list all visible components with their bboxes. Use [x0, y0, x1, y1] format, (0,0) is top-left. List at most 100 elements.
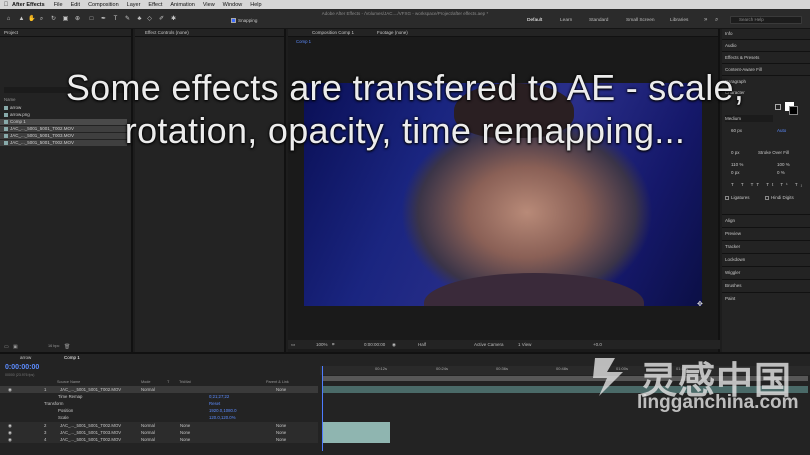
panel-paint[interactable]: Paint [725, 295, 735, 302]
layer-parent[interactable]: None [276, 436, 286, 443]
panel-align[interactable]: Align [725, 217, 735, 224]
layer-mode[interactable]: Normal [141, 429, 155, 436]
fit-icon[interactable]: ⌗ [332, 340, 335, 349]
new-folder-icon[interactable]: ▭ [4, 344, 9, 350]
apple-icon[interactable]:  [0, 2, 12, 8]
panel-tracker[interactable]: Tracker [725, 243, 740, 250]
hindi-digits-checkbox[interactable] [765, 196, 769, 200]
menu-edit[interactable]: Edit [71, 2, 80, 8]
property-value[interactable]: 1920.0,1080.0 [209, 407, 236, 414]
camera-dropdown[interactable]: Active Camera [474, 340, 504, 349]
panel-audio[interactable]: Audio [725, 42, 737, 49]
menu-file[interactable]: File [54, 2, 63, 8]
home-icon[interactable]: ⌂ [5, 16, 12, 23]
tsume-field[interactable]: 0 % [777, 169, 785, 176]
timeline-layer-row[interactable]: ◉ 1 JAC_..._5001_5001_T002.MOV Normal No… [0, 386, 318, 393]
timeline-property-row[interactable]: Scale 120.0,120.0% [0, 414, 318, 421]
visibility-eye-icon[interactable]: ◉ [8, 429, 12, 436]
pen-tool-icon[interactable]: ✒ [100, 16, 107, 23]
effect-controls-title[interactable]: Effect Controls (none) [135, 29, 284, 37]
layer-mode[interactable]: Normal [141, 422, 155, 429]
layer-bar[interactable] [322, 422, 390, 429]
workspace-libraries[interactable]: Libraries [670, 18, 688, 23]
rectangle-tool-icon[interactable]: □ [88, 16, 95, 23]
layer-name[interactable]: JAC_..._5001_5001_T002.MOV [60, 422, 121, 429]
new-comp-icon[interactable]: ▣ [13, 344, 18, 350]
brush-tool-icon[interactable]: ✎ [124, 16, 131, 23]
selection-tool-icon[interactable]: ▲ [18, 16, 25, 23]
workspace-menu-icon[interactable]: » [704, 17, 707, 23]
timecode-display[interactable]: 0:00:00:00 [364, 340, 385, 349]
tab-composition[interactable]: Composition Comp 1 [312, 30, 354, 35]
tab-footage[interactable]: Footage (none) [377, 29, 408, 37]
rotate-tool-icon[interactable]: ↻ [50, 16, 57, 23]
timeline-tab-arrow[interactable]: arrow [20, 355, 31, 360]
layer-trkmat[interactable]: None [180, 429, 190, 436]
menu-window[interactable]: Window [223, 2, 243, 8]
layer-name[interactable]: JAC_..._5001_5001_T002.MOV [60, 436, 121, 443]
menu-view[interactable]: View [203, 2, 215, 8]
workspace-small-screen[interactable]: Small Screen [626, 18, 655, 23]
workspace-standard[interactable]: Standard [589, 18, 608, 23]
puppet-tool-icon[interactable]: ✱ [170, 16, 177, 23]
layer-mode[interactable]: Normal [141, 386, 155, 393]
snapshot-icon[interactable]: ◉ [392, 340, 396, 349]
exposure-value[interactable]: +0.0 [593, 340, 602, 349]
views-dropdown[interactable]: 1 View [518, 340, 531, 349]
layer-trkmat[interactable]: None [180, 422, 190, 429]
workspace-learn[interactable]: Learn [560, 18, 572, 23]
timeline-layer-row[interactable]: ◉ 3 JAC_..._5001_5001_T003.MOV Normal No… [0, 429, 318, 436]
current-time-display[interactable]: 0:00:00:00 [5, 364, 39, 371]
layer-bar[interactable] [322, 429, 390, 436]
timeline-tab-comp1[interactable]: Comp 1 [64, 355, 80, 360]
column-source-name[interactable]: Source Name [57, 380, 80, 384]
timeline-property-row[interactable]: Position 1920.0,1080.0 [0, 407, 318, 414]
zoom-dropdown[interactable]: 100% [316, 340, 328, 349]
panel-info[interactable]: Info [725, 30, 733, 37]
ligatures-checkbox[interactable] [725, 196, 729, 200]
layer-name[interactable]: JAC_..._5001_5001_T003.MOV [60, 429, 121, 436]
column-parent-link[interactable]: Parent & Link [266, 380, 289, 384]
panel-preview[interactable]: Preview [725, 230, 741, 237]
panel-wiggler[interactable]: Wiggler [725, 269, 740, 276]
menu-animation[interactable]: Animation [170, 2, 194, 8]
property-value[interactable]: Reset [209, 400, 220, 407]
bit-depth-label[interactable]: 16 bpc [48, 344, 59, 348]
hand-tool-icon[interactable]: ✋ [28, 16, 35, 23]
faux-styles-row[interactable]: T T TT Tt T¹ T₁ [731, 181, 805, 188]
always-preview-icon[interactable]: ▭ [291, 340, 295, 349]
menu-effect[interactable]: Effect [148, 2, 162, 8]
visibility-eye-icon[interactable]: ◉ [8, 436, 12, 443]
pan-behind-tool-icon[interactable]: ⊕ [74, 16, 81, 23]
search-help-input[interactable]: Search Help [730, 16, 802, 24]
timeline-layer-row[interactable]: ◉ 2 JAC_..._5001_5001_T002.MOV Normal No… [0, 422, 318, 429]
property-value[interactable]: 120.0,120.0% [209, 414, 236, 421]
baseline-shift-field[interactable]: 0 px [731, 169, 740, 176]
timeline-layer-row[interactable]: ◉ 4 JAC_..._5001_5001_T002.MOV Normal No… [0, 436, 318, 443]
roto-brush-tool-icon[interactable]: ✐ [158, 16, 165, 23]
layer-parent[interactable]: None [276, 386, 286, 393]
layer-parent[interactable]: None [276, 429, 286, 436]
project-panel-title[interactable]: Project [0, 29, 131, 37]
column-t[interactable]: T [167, 380, 169, 384]
workspace-default[interactable]: Default [527, 18, 542, 23]
layer-bar[interactable] [322, 436, 390, 443]
visibility-eye-icon[interactable]: ◉ [8, 386, 12, 393]
layer-name[interactable]: JAC_..._5001_5001_T002.MOV [60, 386, 121, 393]
menu-layer[interactable]: Layer [127, 2, 141, 8]
layer-parent[interactable]: None [276, 422, 286, 429]
clone-stamp-tool-icon[interactable]: ♣ [136, 16, 143, 23]
snapping-checkbox[interactable] [231, 18, 236, 23]
zoom-tool-icon[interactable]: ⌕ [38, 16, 45, 23]
vertical-scale-field[interactable]: 110 % [731, 161, 743, 168]
eraser-tool-icon[interactable]: ◇ [146, 16, 153, 23]
horizontal-scale-field[interactable]: 100 % [777, 161, 790, 168]
column-trkmat[interactable]: TrkMat [179, 380, 191, 384]
playhead[interactable] [322, 366, 323, 451]
camera-tool-icon[interactable]: ▣ [62, 16, 69, 23]
panel-effects-presets[interactable]: Effects & Presets [725, 54, 759, 61]
timeline-property-row[interactable]: Transform Reset [0, 400, 318, 407]
panel-lockdown[interactable]: Lockdown [725, 256, 745, 263]
search-icon[interactable]: ⌕ [715, 17, 718, 24]
layer-mode[interactable]: Normal [141, 436, 155, 443]
